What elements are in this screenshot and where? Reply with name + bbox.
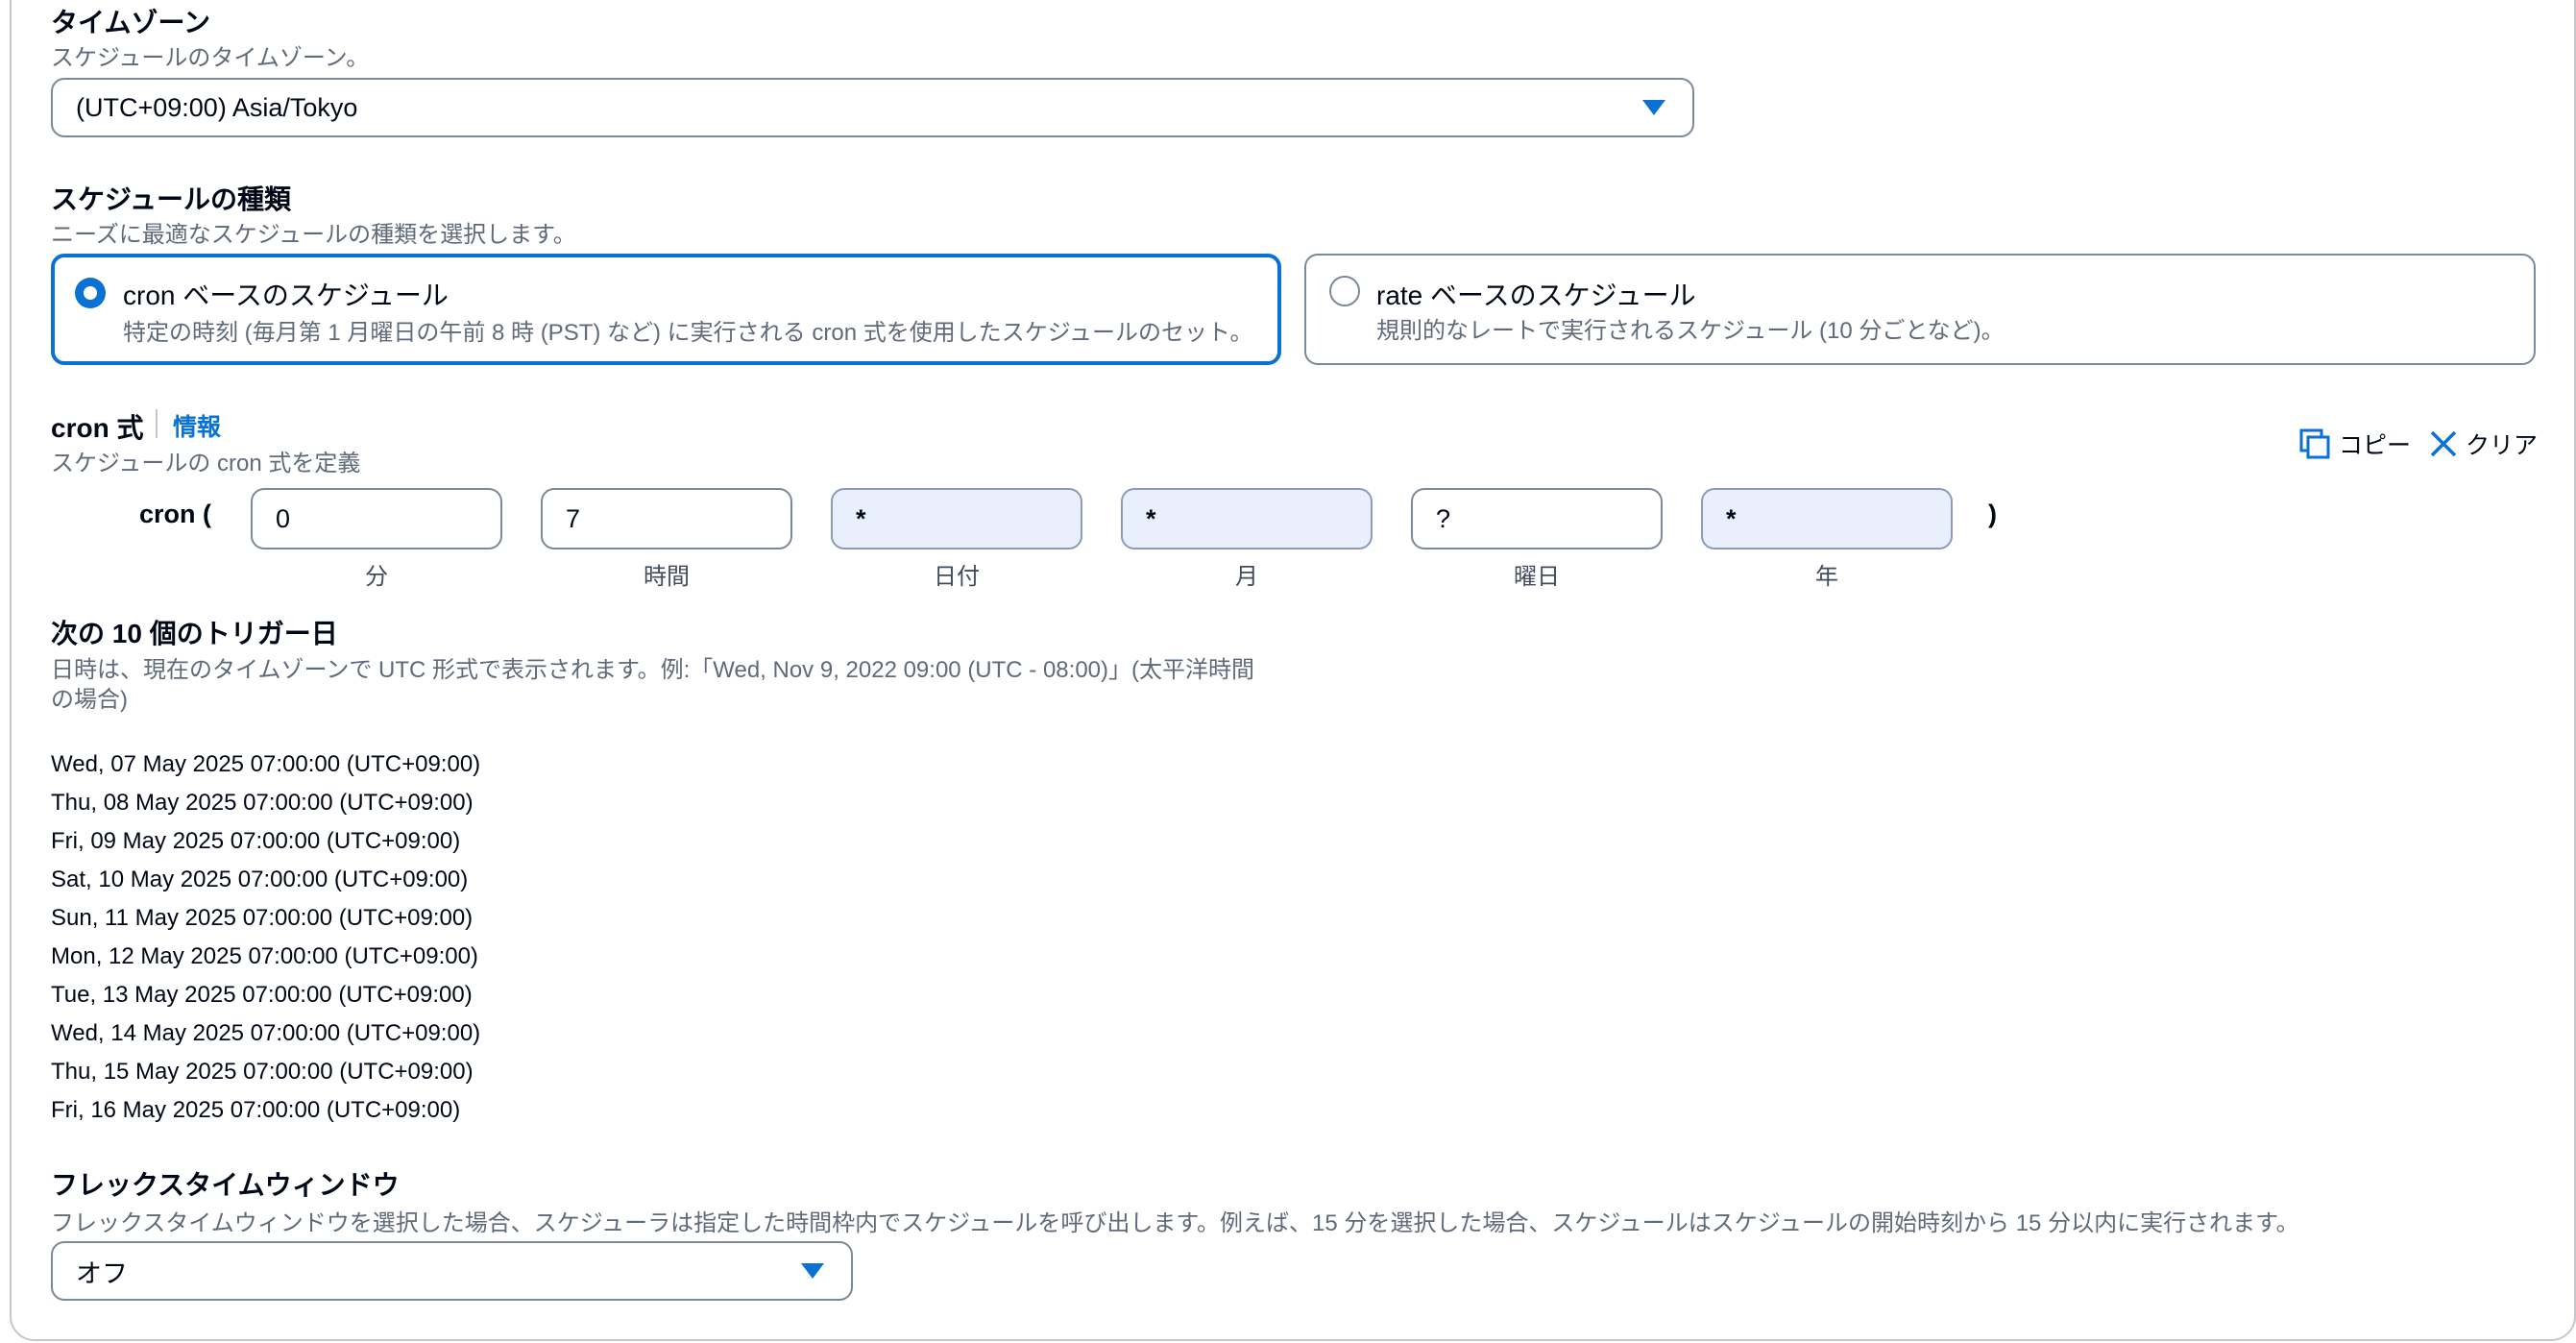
rate-schedule-option[interactable]: rate ベースのスケジュール 規則的なレートで実行されるスケジュール (10 …: [1304, 254, 2536, 365]
cron-label: cron 式: [51, 413, 144, 443]
timezone-select[interactable]: (UTC+09:00) Asia/Tokyo: [51, 78, 1694, 137]
rate-option-description: 規則的なレートで実行されるスケジュール (10 分ごとなど)。: [1376, 318, 2005, 344]
cron-day-of-week-value: ?: [1436, 503, 1451, 533]
close-icon: [2430, 430, 2457, 457]
rate-option-title: rate ベースのスケジュール: [1376, 281, 1696, 310]
flex-window-select-value: オフ: [76, 1258, 128, 1288]
trigger-date-item: Tue, 13 May 2025 07:00:00 (UTC+09:00): [51, 982, 473, 1008]
triggers-description-line1: 日時は、現在のタイムゾーンで UTC 形式で表示されます。例:「Wed, Nov…: [51, 657, 1254, 683]
radio-unselected-icon[interactable]: [1329, 276, 1360, 306]
trigger-date-item: Fri, 09 May 2025 07:00:00 (UTC+09:00): [51, 828, 461, 854]
label-divider: [156, 409, 158, 438]
cron-option-title: cron ベースのスケジュール: [123, 281, 449, 310]
timezone-label: タイムゾーン: [51, 8, 211, 37]
schedule-type-description: ニーズに最適なスケジュールの種類を選択します。: [51, 222, 576, 248]
trigger-date-item: Thu, 08 May 2025 07:00:00 (UTC+09:00): [51, 790, 474, 816]
caret-down-icon: [801, 1263, 824, 1279]
copy-button-label: コピー: [2339, 432, 2412, 459]
cron-hour-caption: 時間: [644, 564, 690, 590]
trigger-date-item: Sat, 10 May 2025 07:00:00 (UTC+09:00): [51, 867, 469, 892]
cron-option-description: 特定の時刻 (毎月第 1 月曜日の午前 8 時 (PST) など) に実行される…: [123, 320, 1253, 346]
trigger-date-item: Fri, 16 May 2025 07:00:00 (UTC+09:00): [51, 1097, 461, 1123]
cron-year-caption: 年: [1815, 564, 1838, 590]
info-link[interactable]: 情報: [173, 408, 221, 443]
cron-minute-value: 0: [276, 503, 291, 533]
cron-hour-value: 7: [566, 503, 581, 533]
cron-day-of-month-value: *: [856, 503, 866, 533]
trigger-date-item: Mon, 12 May 2025 07:00:00 (UTC+09:00): [51, 943, 478, 969]
cron-month-value: *: [1146, 503, 1156, 533]
cron-day-of-month-input[interactable]: *: [831, 488, 1082, 549]
triggers-label: 次の 10 個のトリガー日: [51, 619, 338, 648]
cron-month-input[interactable]: *: [1121, 488, 1373, 549]
trigger-date-list: Wed, 07 May 2025 07:00:00 (UTC+09:00) Th…: [51, 751, 480, 1135]
cron-minute-caption: 分: [365, 564, 388, 590]
timezone-description: スケジュールのタイムゾーン。: [51, 45, 370, 71]
cron-suffix: ): [1988, 500, 1997, 528]
cron-year-value: *: [1726, 503, 1737, 533]
triggers-description-line2: の場合): [51, 687, 128, 713]
cron-prefix: cron (: [139, 500, 212, 528]
cron-hour-input[interactable]: 7: [541, 488, 792, 549]
caret-down-icon: [1642, 100, 1665, 115]
clear-button-label: クリア: [2466, 432, 2539, 459]
radio-selected-icon[interactable]: [75, 278, 106, 308]
timezone-select-value: (UTC+09:00) Asia/Tokyo: [76, 92, 358, 122]
schedule-type-label: スケジュールの種類: [51, 184, 292, 214]
flex-window-label: フレックスタイムウィンドウ: [51, 1170, 400, 1200]
cron-description: スケジュールの cron 式を定義: [51, 451, 361, 476]
trigger-date-item: Wed, 07 May 2025 07:00:00 (UTC+09:00): [51, 751, 481, 777]
cron-schedule-option[interactable]: cron ベースのスケジュール 特定の時刻 (毎月第 1 月曜日の午前 8 時 …: [51, 254, 1281, 365]
trigger-date-item: Sun, 11 May 2025 07:00:00 (UTC+09:00): [51, 905, 474, 931]
cron-day-of-week-input[interactable]: ?: [1411, 488, 1663, 549]
clear-button[interactable]: クリア: [2429, 427, 2538, 461]
cron-month-caption: 月: [1235, 564, 1258, 590]
cron-day-of-week-caption: 曜日: [1514, 564, 1560, 590]
flex-window-description: フレックスタイムウィンドウを選択した場合、スケジューラは指定した時間枠内でスケジ…: [51, 1210, 2299, 1236]
copy-button[interactable]: コピー: [2298, 427, 2411, 461]
cron-day-of-month-caption: 日付: [934, 564, 980, 590]
cron-year-input[interactable]: *: [1701, 488, 1953, 549]
cron-minute-input[interactable]: 0: [251, 488, 502, 549]
trigger-date-item: Wed, 14 May 2025 07:00:00 (UTC+09:00): [51, 1020, 481, 1046]
copy-icon: [2299, 428, 2330, 459]
trigger-date-item: Thu, 15 May 2025 07:00:00 (UTC+09:00): [51, 1059, 474, 1085]
flex-window-select[interactable]: オフ: [51, 1241, 853, 1301]
